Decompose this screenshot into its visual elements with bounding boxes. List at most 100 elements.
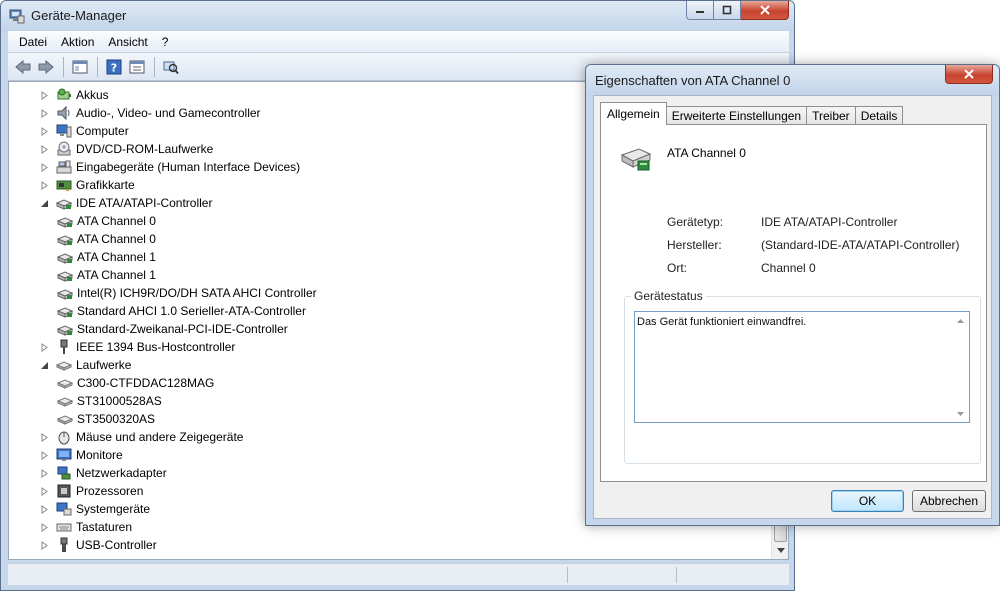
title-bar[interactable]: Geräte-Manager	[1, 1, 794, 31]
scroll-down-icon	[957, 411, 964, 416]
tree-device[interactable]: ST31000528AS	[57, 392, 162, 410]
status-scrollbar[interactable]	[952, 312, 969, 422]
status-divider	[567, 567, 568, 583]
computer-icon	[56, 123, 72, 139]
expander-toggle[interactable]	[38, 107, 50, 119]
window-title: Geräte-Manager	[31, 8, 127, 23]
expander-toggle[interactable]	[38, 143, 50, 155]
expand-icon	[41, 432, 48, 442]
expander-toggle[interactable]	[38, 521, 50, 533]
manufacturer-value: (Standard-IDE-ATA/ATAPI-Controller)	[761, 238, 960, 252]
tree-item-label: Intel(R) ICH9R/DO/DH SATA AHCI Controlle…	[77, 286, 317, 300]
expander-toggle[interactable]	[38, 359, 50, 371]
tree-category[interactable]: Prozessoren	[38, 482, 143, 500]
ide-controller-icon	[57, 285, 73, 301]
svg-text:?: ?	[111, 61, 117, 74]
close-icon	[964, 69, 974, 79]
menu-ansicht[interactable]: Ansicht	[101, 35, 154, 49]
tree-item-label: DVD/CD-ROM-Laufwerke	[76, 142, 214, 156]
display-adapter-icon	[56, 177, 72, 193]
tab-allgemein[interactable]: Allgemein	[600, 102, 667, 125]
tree-device[interactable]: ATA Channel 0	[57, 230, 156, 248]
network-adapter-icon	[56, 465, 72, 481]
optical-drive-icon	[56, 141, 72, 157]
device-manager-icon	[9, 9, 25, 24]
menu-aktion[interactable]: Aktion	[54, 35, 101, 49]
tree-category[interactable]: Akkus	[38, 86, 109, 104]
expander-toggle[interactable]	[38, 539, 50, 551]
maximize-button[interactable]	[714, 1, 741, 20]
keyboard-icon	[56, 519, 72, 535]
tree-device[interactable]: ST3500320AS	[57, 410, 155, 428]
expander-toggle[interactable]	[38, 89, 50, 101]
back-button[interactable]	[12, 56, 34, 78]
properties-button[interactable]	[126, 56, 148, 78]
expander-toggle[interactable]	[38, 179, 50, 191]
expander-toggle[interactable]	[38, 197, 50, 209]
tree-category[interactable]: Eingabegeräte (Human Interface Devices)	[38, 158, 300, 176]
expander-toggle[interactable]	[38, 467, 50, 479]
tree-category[interactable]: Grafikkarte	[38, 176, 135, 194]
tab-erweiterte-einstellungen[interactable]: Erweiterte Einstellungen	[665, 106, 808, 125]
close-button[interactable]	[741, 1, 789, 20]
tree-category[interactable]: Monitore	[38, 446, 123, 464]
status-scroll-up-button[interactable]	[952, 312, 969, 329]
monitor-icon	[56, 447, 72, 463]
tab-details[interactable]: Details	[854, 106, 904, 125]
expander-toggle[interactable]	[38, 341, 50, 353]
tree-category[interactable]: Audio-, Video- und Gamecontroller	[38, 104, 261, 122]
ide-controller-icon	[57, 231, 73, 247]
scan-hardware-button[interactable]	[160, 56, 182, 78]
tab-treiber[interactable]: Treiber	[806, 106, 856, 125]
tree-category[interactable]: Mäuse und andere Zeigegeräte	[38, 428, 243, 446]
expander-toggle[interactable]	[38, 125, 50, 137]
tree-device[interactable]: ATA Channel 1	[57, 266, 156, 284]
tree-item-label: USB-Controller	[76, 538, 157, 552]
dialog-title-bar[interactable]: Eigenschaften von ATA Channel 0	[586, 65, 999, 95]
tree-category[interactable]: Tastaturen	[38, 518, 132, 536]
ide-controller-icon	[620, 148, 652, 171]
expander-toggle[interactable]	[38, 449, 50, 461]
processor-icon	[56, 483, 72, 499]
tree-item-label: Standard-Zweikanal-PCI-IDE-Controller	[77, 322, 288, 336]
tree-device[interactable]: Standard AHCI 1.0 Serieller-ATA-Controll…	[57, 302, 306, 320]
cancel-button[interactable]: Abbrechen	[912, 490, 986, 512]
tree-category[interactable]: Systemgeräte	[38, 500, 150, 518]
tree-device[interactable]: ATA Channel 0	[57, 212, 156, 230]
expand-icon	[41, 504, 48, 514]
tree-category[interactable]: Computer	[38, 122, 129, 140]
dialog-close-button[interactable]	[945, 65, 993, 84]
status-scroll-down-button[interactable]	[952, 405, 969, 422]
tree-item-label: ST31000528AS	[77, 394, 162, 408]
device-status-textbox[interactable]: Das Gerät funktioniert einwandfrei.	[634, 311, 970, 423]
show-hide-console-tree-button[interactable]	[69, 56, 91, 78]
expander-toggle[interactable]	[38, 161, 50, 173]
tree-device[interactable]: ATA Channel 1	[57, 248, 156, 266]
tree-category[interactable]: Netzwerkadapter	[38, 464, 167, 482]
tree-category[interactable]: Laufwerke	[38, 356, 131, 374]
minimize-button[interactable]	[686, 1, 714, 20]
location-label: Ort:	[667, 261, 687, 275]
tree-device[interactable]: Standard-Zweikanal-PCI-IDE-Controller	[57, 320, 288, 338]
tree-category[interactable]: USB-Controller	[38, 536, 157, 554]
tree-category[interactable]: IEEE 1394 Bus-Hostcontroller	[38, 338, 235, 356]
ok-button[interactable]: OK	[831, 490, 904, 512]
tree-device[interactable]: C300-CTFDDAC128MAG	[57, 374, 214, 392]
menu-datei[interactable]: Datei	[12, 35, 54, 49]
expand-icon	[41, 144, 48, 154]
scroll-down-button[interactable]	[772, 542, 788, 559]
tree-item-label: ATA Channel 0	[77, 214, 156, 228]
tree-item-label: Netzwerkadapter	[76, 466, 167, 480]
disk-drive-icon	[56, 357, 72, 373]
tree-device[interactable]: Intel(R) ICH9R/DO/DH SATA AHCI Controlle…	[57, 284, 317, 302]
expand-icon	[41, 468, 48, 478]
forward-button[interactable]	[35, 56, 57, 78]
expander-toggle[interactable]	[38, 485, 50, 497]
menu-help[interactable]: ?	[155, 35, 176, 49]
tree-category[interactable]: IDE ATA/ATAPI-Controller	[38, 194, 212, 212]
expander-toggle[interactable]	[38, 503, 50, 515]
tree-category[interactable]: DVD/CD-ROM-Laufwerke	[38, 140, 213, 158]
help-button[interactable]: ?	[103, 56, 125, 78]
expander-toggle[interactable]	[38, 431, 50, 443]
disk-drive-icon	[57, 393, 73, 409]
